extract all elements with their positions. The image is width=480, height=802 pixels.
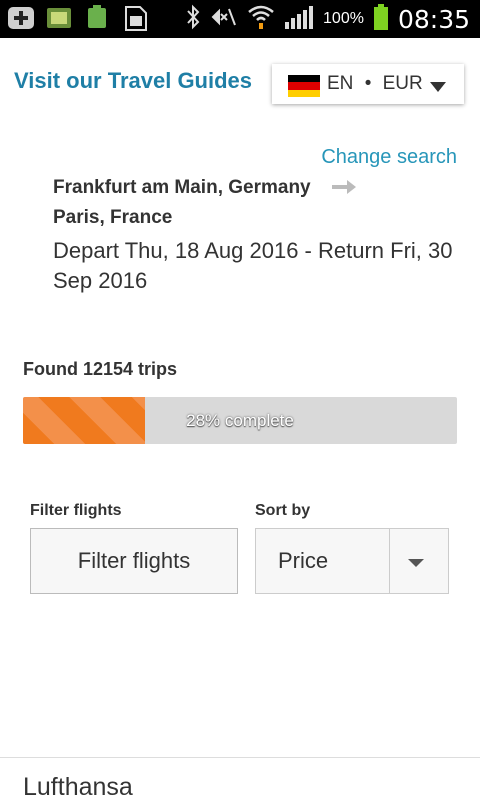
sort-value: Price: [278, 548, 329, 573]
locale-language: EN: [327, 73, 354, 94]
sort-by-select[interactable]: Price: [255, 528, 449, 594]
bluetooth-icon: [185, 4, 201, 35]
progress-label: 28% complete: [186, 410, 294, 430]
status-bar: 100% 08:35: [0, 0, 480, 38]
sort-by-label: Sort by: [255, 502, 311, 519]
status-bar-system: 100% 08:35: [185, 0, 470, 38]
add-icon: [6, 4, 36, 32]
wifi-icon: [247, 4, 275, 35]
select-divider: [389, 529, 390, 593]
trip-dates: Depart Thu, 18 Aug 2016 - Return Fri, 30…: [53, 238, 453, 293]
signal-icon: [283, 4, 315, 35]
result-airline-name[interactable]: Lufthansa: [23, 773, 133, 802]
destination-city: Paris, France: [53, 207, 173, 228]
origin-city: Frankfurt am Main, Germany: [53, 177, 311, 198]
change-search-link[interactable]: Change search: [321, 146, 457, 169]
found-trips-count: Found 12154 trips: [23, 359, 178, 379]
arrow-right-icon: [332, 180, 356, 199]
battery-full-icon: [82, 4, 112, 32]
divider: [0, 757, 480, 758]
caret-down-icon: [430, 82, 446, 92]
caret-down-icon: [408, 559, 424, 567]
clock: 08:35: [397, 4, 470, 34]
travel-guides-link[interactable]: Visit our Travel Guides: [14, 68, 252, 94]
sim-card-icon: [120, 4, 150, 32]
germany-flag-icon: [288, 75, 320, 97]
battery-icon: [372, 3, 390, 36]
locale-currency: EUR: [382, 73, 423, 94]
locale-selector[interactable]: EN • EUR: [272, 64, 464, 104]
filter-flights-label: Filter flights: [30, 502, 122, 519]
locale-text: EN • EUR: [327, 73, 423, 95]
search-progress-bar: 28% complete: [23, 397, 457, 444]
sim-2in1-icon: [44, 4, 74, 32]
status-bar-notifications: [6, 4, 150, 32]
locale-separator: •: [364, 73, 372, 94]
battery-percent: 100%: [323, 10, 364, 27]
filter-flights-button[interactable]: Filter flights: [30, 528, 238, 594]
mute-icon: [209, 4, 239, 35]
